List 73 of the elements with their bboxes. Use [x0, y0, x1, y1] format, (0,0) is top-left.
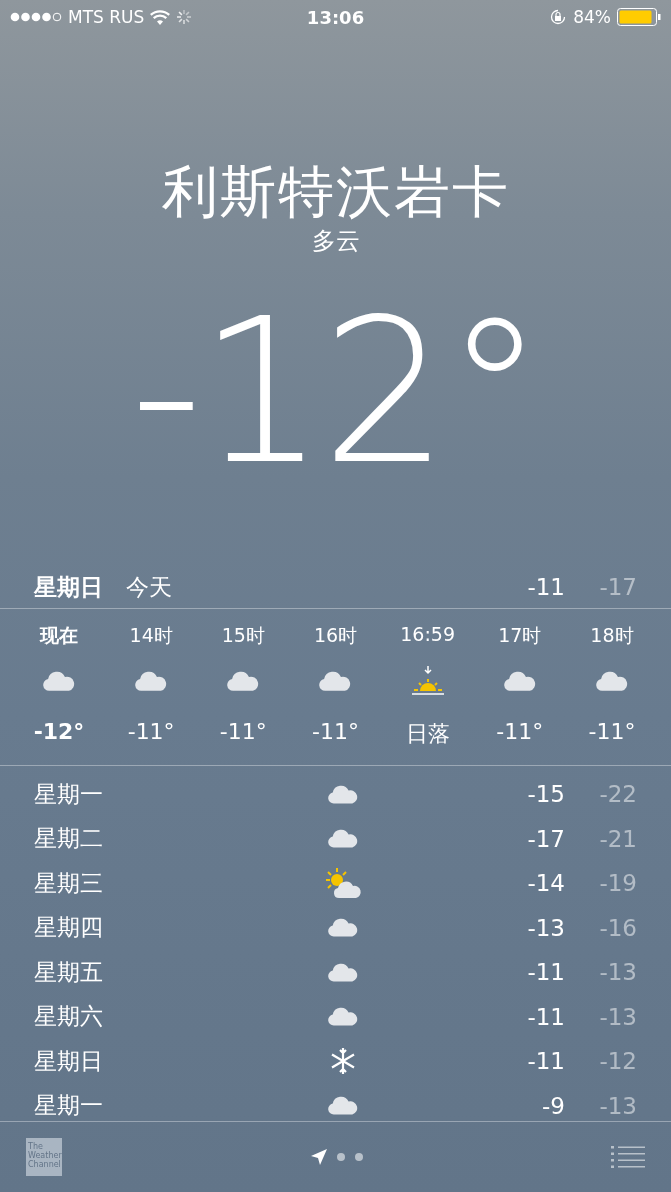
- hourly-temperature: -11°: [496, 719, 544, 744]
- hourly-temperature: -12°: [33, 719, 85, 744]
- cloud-icon: [328, 918, 358, 938]
- weekday: 星期日: [34, 1046, 104, 1076]
- high-temperature: -9: [541, 1092, 565, 1119]
- weather-channel-logo[interactable]: The Weather Channel: [26, 1138, 62, 1176]
- high-temperature: -15: [526, 781, 565, 808]
- hour-label: 15时: [221, 623, 265, 648]
- low-temperature: -12: [598, 1048, 637, 1075]
- low-temperature: -13: [598, 1092, 637, 1119]
- low-temperature: -21: [598, 825, 637, 852]
- weekday: 星期二: [34, 824, 104, 854]
- cloud-icon: [328, 1007, 358, 1027]
- list-icon[interactable]: [611, 1146, 645, 1168]
- hour-label: 17时: [498, 623, 542, 648]
- hourly-temperature: -11°: [127, 719, 175, 744]
- today-label: 今天: [126, 572, 173, 602]
- cloud-icon: [328, 1096, 358, 1116]
- status-time: 13:06: [306, 6, 365, 28]
- loading-spinner-icon: [176, 9, 193, 25]
- high-temperature: -11: [526, 1003, 565, 1030]
- weather-condition: 多云: [311, 226, 360, 256]
- high-temperature: -11: [526, 959, 565, 986]
- cloud-icon: [328, 962, 358, 982]
- high-temperature: -13: [526, 914, 565, 941]
- weekday: 星期六: [34, 1002, 104, 1032]
- hourly-temperature: -11°: [588, 719, 636, 744]
- rotation-lock-icon: [549, 8, 568, 26]
- cloud-icon: [319, 671, 352, 691]
- hourly-temperature: -11°: [312, 719, 359, 744]
- low-temperature: -13: [598, 1003, 637, 1030]
- snowflake-icon: [330, 1047, 356, 1076]
- page-dot[interactable]: [336, 1153, 345, 1161]
- weekday: 星期四: [34, 913, 104, 943]
- low-temperature: -13: [598, 959, 637, 986]
- cloud-icon: [135, 671, 168, 691]
- cloud-icon: [43, 671, 75, 691]
- signal-strength-icon: [10, 12, 62, 22]
- high-temperature: -11: [526, 574, 565, 600]
- low-temperature: -16: [598, 914, 637, 941]
- high-temperature: -11: [526, 1048, 565, 1075]
- cloud-icon: [328, 784, 358, 804]
- location-arrow-icon[interactable]: [310, 1149, 327, 1165]
- cloud-icon: [595, 671, 628, 691]
- cloud-icon: [503, 671, 536, 691]
- weekday: 星期一: [34, 1091, 104, 1121]
- carrier-name: MTS RUS: [68, 7, 145, 27]
- hour-label: 16:59: [400, 623, 455, 647]
- hour-label: 18时: [590, 623, 634, 648]
- high-temperature: -17: [526, 825, 565, 852]
- low-temperature: -22: [598, 781, 637, 808]
- hourly-temperature: -11°: [219, 719, 267, 744]
- weekday: 星期一: [34, 779, 104, 809]
- cloud-icon: [227, 671, 260, 691]
- weekday: 星期五: [34, 957, 104, 987]
- city-name: 利斯特沃岩卡: [161, 158, 510, 226]
- page-dot[interactable]: [354, 1153, 363, 1161]
- weekday: 星期三: [34, 868, 104, 898]
- hour-label: 14时: [129, 623, 173, 648]
- cloud-icon: [328, 829, 358, 849]
- sun-behind-cloud-icon: [323, 867, 363, 900]
- high-temperature: -14: [526, 870, 565, 897]
- hour-label: 现在: [40, 623, 78, 648]
- low-temperature: -17: [598, 574, 637, 600]
- low-temperature: -19: [598, 870, 637, 897]
- hourly-temperature: 日落: [405, 720, 450, 748]
- battery-percentage: 84%: [573, 7, 611, 27]
- battery-icon: [617, 8, 661, 26]
- sunset-icon: [409, 665, 446, 697]
- current-temperature: -12°: [130, 282, 541, 502]
- weekday: 星期日: [34, 572, 104, 602]
- hour-label: 16时: [313, 623, 358, 648]
- wifi-icon: [150, 9, 171, 25]
